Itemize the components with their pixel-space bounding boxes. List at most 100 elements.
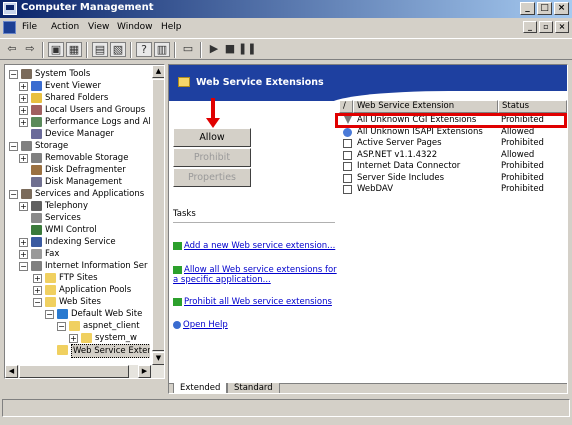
scroll-up-button[interactable]: ▲ — [152, 65, 164, 78]
tree-horizontal-scrollbar[interactable]: ◀ ▶ — [5, 365, 164, 378]
scroll-down-button[interactable]: ▼ — [152, 352, 164, 365]
expand-icon[interactable]: + — [19, 106, 28, 115]
expand-icon[interactable]: + — [69, 334, 78, 343]
tree-item[interactable]: Device Manager — [5, 128, 150, 140]
tree-item[interactable]: Disk Defragmenter — [5, 164, 150, 176]
collapse-icon[interactable]: − — [9, 190, 18, 199]
list-row[interactable]: Internet Data Connector Prohibited — [339, 161, 567, 172]
collapse-icon[interactable]: − — [45, 310, 54, 319]
minimize-button[interactable]: _ — [520, 2, 535, 15]
export-list-icon[interactable]: ▤ — [92, 42, 108, 57]
title-bar[interactable]: Computer Management _ □ × — [0, 0, 572, 18]
sort-column[interactable]: / — [339, 100, 353, 113]
extension-name: WebDAV — [357, 184, 394, 194]
tree-item[interactable]: + Local Users and Groups — [5, 104, 150, 116]
list-row[interactable]: ASP.NET v1.1.4322 Allowed — [339, 150, 567, 161]
task-add-extension[interactable]: Add a new Web service extension... — [173, 241, 343, 251]
menu-view[interactable]: View — [88, 22, 109, 32]
expand-icon[interactable]: + — [19, 154, 28, 163]
close-button[interactable]: × — [554, 2, 569, 15]
collapse-icon[interactable]: − — [9, 142, 18, 151]
collapse-icon[interactable]: − — [57, 322, 66, 331]
refresh-icon[interactable]: ▧ — [110, 42, 126, 57]
menu-file[interactable]: File — [22, 22, 37, 32]
list-row[interactable]: Server Side Includes Prohibited — [339, 173, 567, 184]
tree-item[interactable]: Web Service Extensio — [5, 344, 150, 358]
tree-item[interactable]: + system_w — [5, 332, 150, 344]
tree-item[interactable]: + Removable Storage — [5, 152, 150, 164]
tree-node-icon — [31, 81, 42, 91]
properties-icon[interactable]: ▥ — [154, 42, 170, 57]
tree-item[interactable]: Disk Management — [5, 176, 150, 188]
column-header-extension[interactable]: Web Service Extension — [353, 100, 498, 113]
tree-item-label: Shared Folders — [45, 93, 109, 103]
tree-item[interactable]: + Shared Folders — [5, 92, 150, 104]
up-level-icon[interactable]: ▣ — [48, 42, 64, 57]
maximize-button[interactable]: □ — [537, 2, 552, 15]
tree-item[interactable]: + Indexing Service — [5, 236, 150, 248]
menu-action[interactable]: Action — [51, 22, 79, 32]
tree-item[interactable]: + Performance Logs and Al — [5, 116, 150, 128]
collapse-icon[interactable]: − — [33, 298, 42, 307]
menu-help[interactable]: Help — [161, 22, 182, 32]
tree-item[interactable]: WMI Control — [5, 224, 150, 236]
forward-icon[interactable]: ⇨ — [22, 42, 38, 57]
tree-node-icon — [31, 249, 42, 259]
expand-icon[interactable]: + — [19, 82, 28, 91]
expand-icon[interactable]: + — [19, 238, 28, 247]
tree-item[interactable]: − Storage — [5, 140, 150, 152]
stop-icon[interactable]: ■ — [222, 42, 238, 57]
tree-item[interactable]: − System Tools — [5, 68, 150, 80]
tab-standard[interactable]: Standard — [227, 383, 280, 393]
tree-item[interactable]: − Services and Applications — [5, 188, 150, 200]
expand-icon[interactable]: + — [19, 202, 28, 211]
menu-bar: File Action View Window Help _ ▫ × — [0, 19, 572, 37]
expand-icon[interactable]: + — [19, 94, 28, 103]
scroll-left-button[interactable]: ◀ — [5, 365, 18, 378]
task-prohibit-all[interactable]: Prohibit all Web service extensions — [173, 297, 343, 307]
tree-item-label: Services and Applications — [35, 189, 145, 199]
task-allow-for-app[interactable]: Allow all Web service extensions for a s… — [173, 265, 343, 285]
child-minimize-button[interactable]: _ — [523, 21, 537, 33]
tree-item[interactable]: + FTP Sites — [5, 272, 150, 284]
expand-icon[interactable]: + — [33, 274, 42, 283]
list-row[interactable]: WebDAV Prohibited — [339, 184, 567, 195]
task-open-help[interactable]: Open Help — [173, 320, 343, 330]
collapse-icon[interactable]: − — [19, 262, 28, 271]
tree-item[interactable]: − Default Web Site — [5, 308, 150, 320]
scroll-right-button[interactable]: ▶ — [138, 365, 151, 378]
console-icon[interactable] — [3, 21, 16, 34]
list-row[interactable]: All Unknown ISAPI Extensions Allowed — [339, 127, 567, 138]
collapse-icon[interactable]: − — [9, 70, 18, 79]
show-hide-tree-icon[interactable]: ▦ — [66, 42, 82, 57]
properties-button[interactable]: Properties — [173, 168, 251, 187]
tree-item[interactable]: + Fax — [5, 248, 150, 260]
list-row[interactable]: Active Server Pages Prohibited — [339, 138, 567, 149]
tree-item[interactable]: + Application Pools — [5, 284, 150, 296]
scroll-thumb[interactable] — [152, 79, 164, 351]
tree-item[interactable]: + Event Viewer — [5, 80, 150, 92]
allow-button[interactable]: Allow — [173, 128, 251, 147]
folder-icon — [178, 77, 190, 87]
tree-item[interactable]: − Web Sites — [5, 296, 150, 308]
prohibit-button[interactable]: Prohibit — [173, 148, 251, 167]
tree-vertical-scrollbar[interactable]: ▲ ▼ — [152, 65, 164, 365]
hscroll-thumb[interactable] — [19, 365, 129, 378]
pause-icon[interactable]: ❚❚ — [238, 42, 256, 57]
expand-icon[interactable]: + — [19, 250, 28, 259]
tree-item[interactable]: + Telephony — [5, 200, 150, 212]
tree-item[interactable]: Services — [5, 212, 150, 224]
tab-extended[interactable]: Extended — [173, 383, 228, 393]
tree-item[interactable]: − aspnet_client — [5, 320, 150, 332]
menu-window[interactable]: Window — [117, 22, 153, 32]
help-icon[interactable]: ? — [136, 42, 152, 57]
console-window-icon[interactable]: ▭ — [180, 42, 196, 57]
child-restore-button[interactable]: ▫ — [539, 21, 553, 33]
expand-icon[interactable]: + — [19, 118, 28, 127]
expand-icon[interactable]: + — [33, 286, 42, 295]
tree-item[interactable]: − Internet Information Ser — [5, 260, 150, 272]
child-close-button[interactable]: × — [555, 21, 569, 33]
column-header-status[interactable]: Status — [498, 100, 567, 113]
start-icon[interactable]: ▶ — [206, 42, 222, 57]
back-icon[interactable]: ⇦ — [4, 42, 20, 57]
